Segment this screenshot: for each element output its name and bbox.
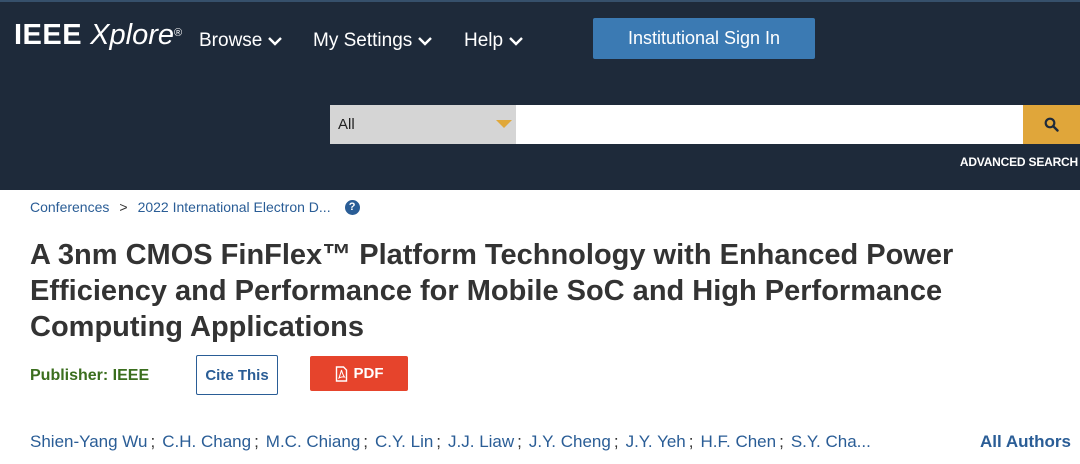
search-input[interactable] — [516, 105, 1023, 144]
nav-browse-label: Browse — [199, 30, 263, 51]
nav-help-label: Help — [464, 30, 504, 51]
author-separator: ; — [254, 432, 259, 451]
chevron-down-icon — [509, 37, 523, 46]
breadcrumb: Conferences > 2022 International Electro… — [30, 199, 360, 215]
cite-this-button[interactable]: Cite This — [196, 355, 278, 395]
author-link[interactable]: J.J. Liaw — [448, 432, 514, 452]
author-link[interactable]: S.Y. Cha... — [791, 432, 871, 452]
author-link[interactable]: C.H. Chang — [162, 432, 251, 452]
ieee-xplore-logo[interactable]: IEEE Xplore® — [14, 18, 182, 52]
nav-my-settings[interactable]: My Settings — [313, 30, 433, 52]
header-top-border — [0, 0, 1080, 2]
nav-help[interactable]: Help — [464, 30, 523, 52]
author-separator: ; — [517, 432, 522, 451]
pdf-file-icon — [335, 365, 347, 382]
institutional-sign-in-button[interactable]: Institutional Sign In — [593, 18, 815, 59]
pdf-button[interactable]: PDF — [310, 356, 408, 391]
all-authors-link[interactable]: All Authors — [980, 432, 1071, 452]
author-list: Shien-Yang Wu; C.H. Chang; M.C. Chiang; … — [30, 432, 871, 452]
breadcrumb-conference-name[interactable]: 2022 International Electron D... — [138, 199, 331, 215]
author-separator: ; — [436, 432, 442, 451]
author-separator: ; — [613, 432, 619, 451]
site-header: IEEE Xplore® Browse My Settings Help Ins… — [0, 0, 1080, 190]
caret-down-icon — [496, 120, 512, 128]
registered-mark: ® — [173, 27, 183, 39]
author-separator: ; — [150, 432, 156, 451]
chevron-down-icon — [268, 37, 283, 46]
pdf-button-label: PDF — [353, 365, 384, 382]
logo-main-text: IEEE — [14, 19, 83, 51]
author-separator: ; — [688, 432, 694, 451]
author-separator: ; — [779, 432, 784, 451]
nav-browse[interactable]: Browse — [199, 30, 283, 52]
nav-my-settings-label: My Settings — [313, 30, 413, 51]
advanced-search-link[interactable]: ADVANCED SEARCH — [960, 155, 1078, 169]
author-link[interactable]: H.F. Chen — [701, 432, 777, 452]
author-separator: ; — [363, 432, 369, 451]
logo-sub-text: Xplore — [90, 19, 174, 51]
search-scope-value: All — [338, 116, 355, 133]
author-link[interactable]: C.Y. Lin — [375, 432, 433, 452]
search-icon — [1044, 117, 1059, 132]
help-circle-icon[interactable]: ? — [344, 199, 360, 215]
author-link[interactable]: J.Y. Cheng — [529, 432, 611, 452]
publisher-label: Publisher: IEEE — [30, 367, 150, 384]
chevron-down-icon — [418, 37, 433, 46]
search-button[interactable] — [1023, 105, 1080, 144]
breadcrumb-separator: > — [119, 199, 128, 215]
author-link[interactable]: J.Y. Yeh — [626, 432, 686, 452]
breadcrumb-conferences[interactable]: Conferences — [30, 199, 109, 215]
page-title: A 3nm CMOS FinFlex™ Platform Technology … — [30, 239, 954, 343]
author-link[interactable]: Shien-Yang Wu — [30, 432, 148, 452]
author-link[interactable]: M.C. Chiang — [266, 432, 360, 452]
search-scope-select[interactable]: All — [330, 105, 516, 144]
